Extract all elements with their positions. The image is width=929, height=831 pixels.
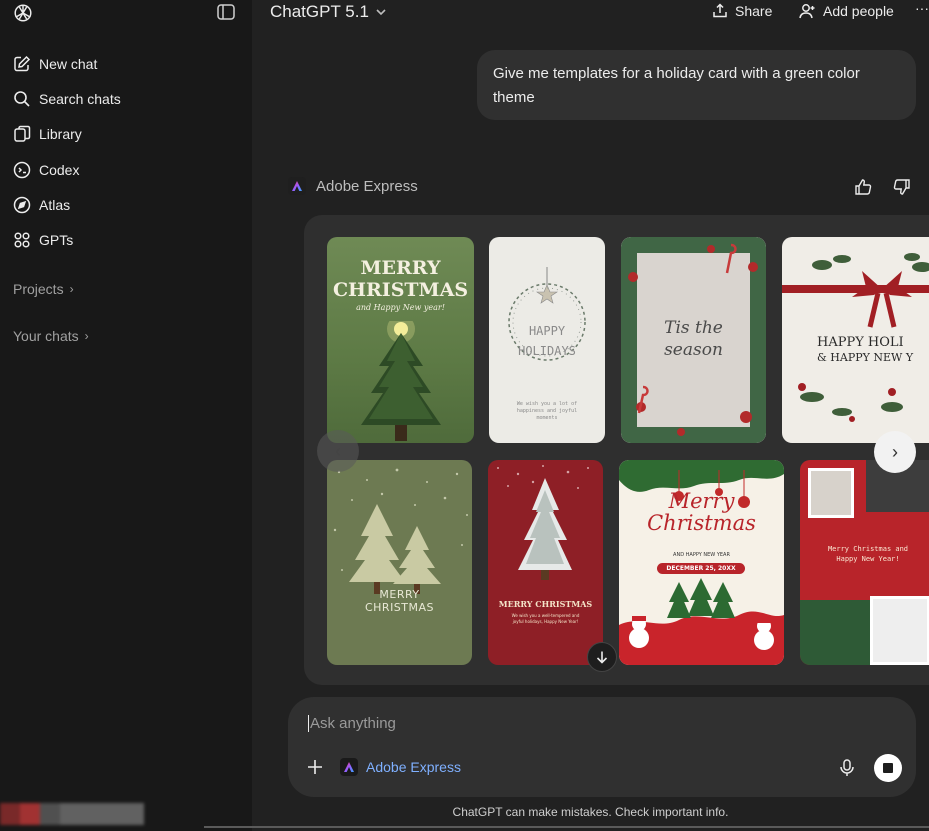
adobe-express-logo-icon [340, 758, 358, 776]
blurred-account-area[interactable] [0, 803, 144, 825]
collage-photo [808, 468, 854, 518]
adobe-express-logo-icon [288, 177, 306, 195]
plus-icon[interactable] [306, 758, 324, 776]
template-card-happy-new-year-collage[interactable]: Merry Christmas and Happy New Year! [800, 460, 929, 665]
card-title: MERRY CHRISTMAS [364, 588, 435, 614]
template-card-merry-christmas-trees[interactable]: MERRY CHRISTMAS [327, 460, 472, 665]
thumbs-up-icon[interactable] [854, 178, 872, 196]
carousel-previous-button[interactable]: ‹ [317, 430, 359, 472]
chevron-right-icon: › [892, 441, 898, 462]
message-composer: Adobe Express [288, 697, 916, 797]
search-icon [14, 91, 30, 107]
template-card-merry-christmas-red[interactable]: MERRY CHRISTMAS We wish you a well-tempe… [488, 460, 603, 665]
top-bar: ChatGPT 5.1 Share Add people ··· [252, 0, 929, 28]
template-card-happy-holidays[interactable]: HAPPY HOLIDAYS We wish you a lot of happ… [489, 237, 605, 443]
sidebar-item-gpts[interactable]: GPTs [0, 222, 252, 257]
add-people-label: Add people [823, 3, 894, 19]
your-chats-label: Your chats [13, 328, 79, 344]
scroll-to-bottom-button[interactable] [587, 642, 617, 672]
share-icon [713, 3, 727, 18]
chevron-right-icon: › [69, 282, 74, 296]
assistant-app-header: Adobe Express [288, 177, 418, 195]
user-message-bubble: Give me templates for a holiday card wit… [477, 50, 916, 120]
sidebar-item-label: Library [39, 126, 82, 143]
projects-label: Projects [13, 281, 64, 297]
chevron-left-icon: ‹ [335, 440, 341, 461]
card-subtitle: We wish you a lot of happiness and joyfu… [516, 401, 578, 421]
card-title: HAPPY HOLIDAYS [518, 324, 576, 358]
add-person-icon [799, 4, 815, 19]
stop-generating-button[interactable] [874, 754, 902, 782]
arrow-down-icon [596, 651, 608, 664]
card-date-badge: DECEMBER 25, 20XX [657, 563, 745, 574]
codex-icon [13, 161, 31, 178]
library-icon [14, 125, 31, 142]
card-title: MERRY CHRISTMAS [498, 599, 593, 609]
snowy-trees-illustration [333, 468, 468, 594]
template-card-merry-christmas[interactable]: MERRY CHRISTMAS and Happy New year! [327, 237, 474, 443]
sidebar-item-new-chat[interactable]: New chat [0, 46, 252, 81]
card-title: Tis the season [664, 318, 723, 360]
projects-section[interactable]: Projects › [13, 281, 74, 297]
sidebar-nav: New chat Search chats Library Codex Atla… [0, 46, 252, 258]
card-title: MERRY CHRISTMAS [332, 257, 469, 301]
snowy-tree-illustration [497, 465, 589, 580]
more-options-button[interactable]: ··· [915, 0, 929, 16]
chevron-down-icon [376, 9, 386, 16]
adobe-express-tool-chip[interactable]: Adobe Express [340, 758, 461, 776]
tool-label: Adobe Express [366, 759, 461, 775]
grid-icon [14, 232, 30, 248]
sidebar-item-label: GPTs [39, 232, 74, 249]
sidebar-item-label: New chat [39, 55, 98, 72]
template-card-tis-the-season[interactable]: Tis the season [621, 237, 766, 443]
sidebar-item-label: Codex [39, 161, 80, 178]
share-button[interactable]: Share [712, 3, 772, 19]
model-name: ChatGPT 5.1 [270, 2, 369, 21]
your-chats-section[interactable]: Your chats › [13, 328, 89, 344]
sidebar-item-atlas[interactable]: Atlas [0, 187, 252, 222]
bottom-divider [204, 826, 929, 828]
thumbs-down-icon[interactable] [893, 178, 911, 196]
pencil-square-icon [14, 55, 31, 71]
template-carousel: MERRY CHRISTMAS and Happy New year! HAPP… [304, 215, 929, 685]
sidebar: New chat Search chats Library Codex Atla… [0, 0, 252, 831]
card-subtitle: AND HAPPY NEW YEAR [673, 552, 730, 558]
sidebar-toggle-icon[interactable] [217, 4, 235, 20]
sidebar-item-label: Atlas [39, 196, 71, 213]
openai-logo-icon[interactable] [12, 2, 34, 24]
collage-photo [870, 596, 929, 665]
card-title: Merry Christmas [647, 489, 756, 535]
sidebar-item-label: Search chats [39, 90, 121, 107]
compass-icon [13, 196, 31, 214]
sidebar-item-search-chats[interactable]: Search chats [0, 81, 252, 116]
template-card-happy-holidays-ribbon[interactable]: HAPPY HOLI & HAPPY NEW Y [782, 237, 929, 443]
christmas-tree-illustration [361, 321, 441, 441]
share-label: Share [735, 3, 773, 19]
chevron-right-icon: › [84, 329, 89, 343]
prompt-input[interactable] [308, 715, 828, 732]
app-name: Adobe Express [316, 177, 418, 195]
carousel-next-button[interactable]: › [874, 431, 916, 473]
stop-icon [883, 763, 893, 773]
sidebar-item-library[interactable]: Library [0, 117, 252, 152]
sidebar-item-codex[interactable]: Codex [0, 152, 252, 187]
card-subtitle: We wish you a well-tempered and joyful h… [511, 613, 580, 624]
disclaimer-text: ChatGPT can make mistakes. Check importa… [452, 805, 729, 819]
add-people-button[interactable]: Add people [799, 3, 894, 19]
card-subtitle: and Happy New year! [356, 303, 445, 312]
collage-photo [800, 600, 870, 665]
model-selector[interactable]: ChatGPT 5.1 [270, 2, 387, 22]
card-title: HAPPY HOLI & HAPPY NEW Y [817, 335, 914, 364]
template-card-merry-christmas-bright[interactable]: Merry Christmas AND HAPPY NEW YEAR DECEM… [619, 460, 784, 665]
card-title: Merry Christmas and Happy New Year! [827, 545, 909, 563]
microphone-icon[interactable] [839, 759, 855, 777]
